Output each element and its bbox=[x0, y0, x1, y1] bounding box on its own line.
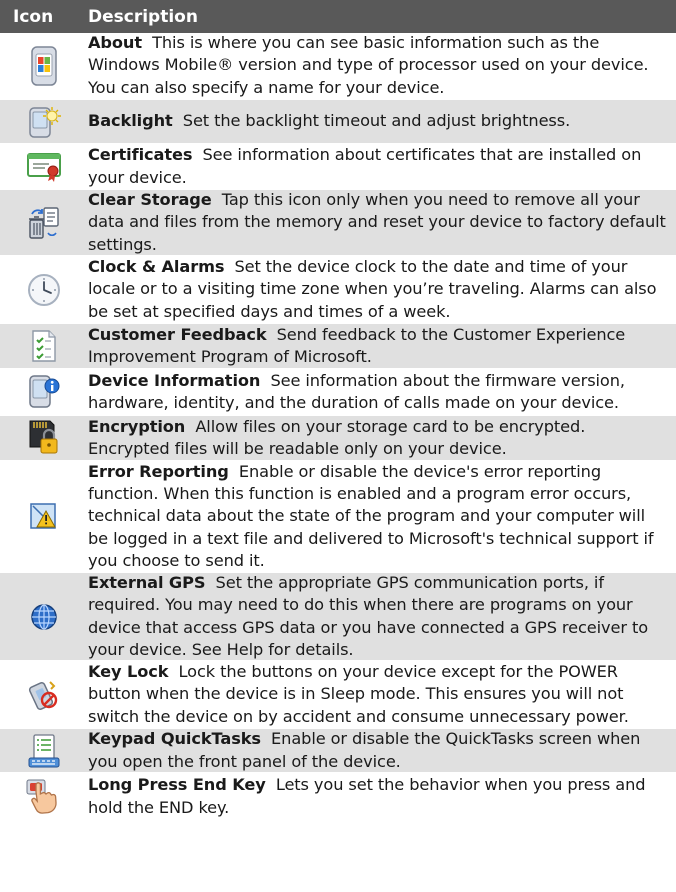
table-row: Backlight Set the backlight timeout and … bbox=[0, 100, 676, 145]
row-title: Backlight bbox=[88, 111, 173, 131]
table-row: Certificates See information about certi… bbox=[0, 145, 676, 190]
certificate-icon bbox=[0, 151, 88, 183]
row-description: Encryption Allow files on your storage c… bbox=[88, 416, 676, 460]
device-info-icon bbox=[0, 374, 88, 410]
table-header: Icon Description bbox=[0, 0, 676, 33]
backlight-icon bbox=[0, 105, 88, 139]
row-description: Keypad QuickTasks Enable or disable the … bbox=[88, 728, 676, 772]
row-description: Customer Feedback Send feedback to the C… bbox=[88, 324, 676, 368]
table-row: Encryption Allow files on your storage c… bbox=[0, 416, 676, 462]
row-title: Certificates bbox=[88, 145, 193, 165]
row-title: Encryption bbox=[88, 416, 186, 436]
row-text: This is where you can see basic informat… bbox=[88, 33, 649, 97]
row-title: Error Reporting bbox=[88, 462, 229, 481]
table-row: Long Press End Key Lets you set the beha… bbox=[0, 774, 676, 821]
row-text: Lock the buttons on your device except f… bbox=[88, 662, 629, 726]
row-title: Customer Feedback bbox=[88, 324, 267, 344]
windows-device-icon bbox=[0, 45, 88, 86]
clear-storage-icon bbox=[0, 205, 88, 241]
row-description: Key Lock Lock the buttons on your device… bbox=[88, 661, 676, 728]
header-description-column: Description bbox=[88, 6, 198, 27]
row-title: Keypad QuickTasks bbox=[88, 729, 261, 749]
key-lock-icon bbox=[0, 678, 88, 712]
header-icon-column: Icon bbox=[13, 6, 54, 27]
table-row: Clock & Alarms Set the device clock to t… bbox=[0, 257, 676, 324]
table-row: Customer Feedback Send feedback to the C… bbox=[0, 324, 676, 370]
row-title: External GPS bbox=[88, 573, 206, 593]
checklist-icon bbox=[0, 329, 88, 363]
error-warning-icon bbox=[0, 502, 88, 532]
table-row: External GPS Set the appropriate GPS com… bbox=[0, 573, 676, 662]
keypad-tasks-icon bbox=[0, 733, 88, 769]
table-row: Device Information See information about… bbox=[0, 370, 676, 416]
settings-icon-table: Icon Description About This is where you… bbox=[0, 0, 676, 821]
row-description: Clock & Alarms Set the device clock to t… bbox=[88, 256, 676, 323]
row-description: External GPS Set the appropriate GPS com… bbox=[88, 572, 676, 661]
row-description: Device Information See information about… bbox=[88, 370, 676, 414]
table-row: About This is where you can see basic in… bbox=[0, 33, 676, 100]
row-title: Key Lock bbox=[88, 662, 169, 682]
row-text: Set the backlight timeout and adjust bri… bbox=[182, 111, 571, 131]
row-description: Certificates See information about certi… bbox=[88, 144, 676, 188]
hand-press-icon bbox=[0, 778, 88, 816]
clock-icon bbox=[0, 272, 88, 308]
row-description: Backlight Set the backlight timeout and … bbox=[88, 110, 676, 132]
table-row: Key Lock Lock the buttons on your device… bbox=[0, 662, 676, 729]
table-row: Error Reporting Enable or disable the de… bbox=[0, 462, 676, 573]
encryption-lock-icon bbox=[0, 419, 88, 457]
row-description: Long Press End Key Lets you set the beha… bbox=[88, 774, 676, 818]
globe-icon bbox=[0, 602, 88, 632]
row-description: Error Reporting Enable or disable the de… bbox=[88, 461, 676, 572]
row-title: About bbox=[88, 33, 142, 53]
row-description: About This is where you can see basic in… bbox=[88, 32, 676, 99]
row-description: Clear Storage Tap this icon only when yo… bbox=[88, 189, 676, 256]
row-title: Long Press End Key bbox=[88, 775, 266, 795]
row-title: Clock & Alarms bbox=[88, 257, 225, 277]
table-row: Keypad QuickTasks Enable or disable the … bbox=[0, 729, 676, 774]
row-title: Clear Storage bbox=[88, 190, 212, 210]
table-row: Clear Storage Tap this icon only when yo… bbox=[0, 190, 676, 257]
row-title: Device Information bbox=[88, 370, 261, 390]
